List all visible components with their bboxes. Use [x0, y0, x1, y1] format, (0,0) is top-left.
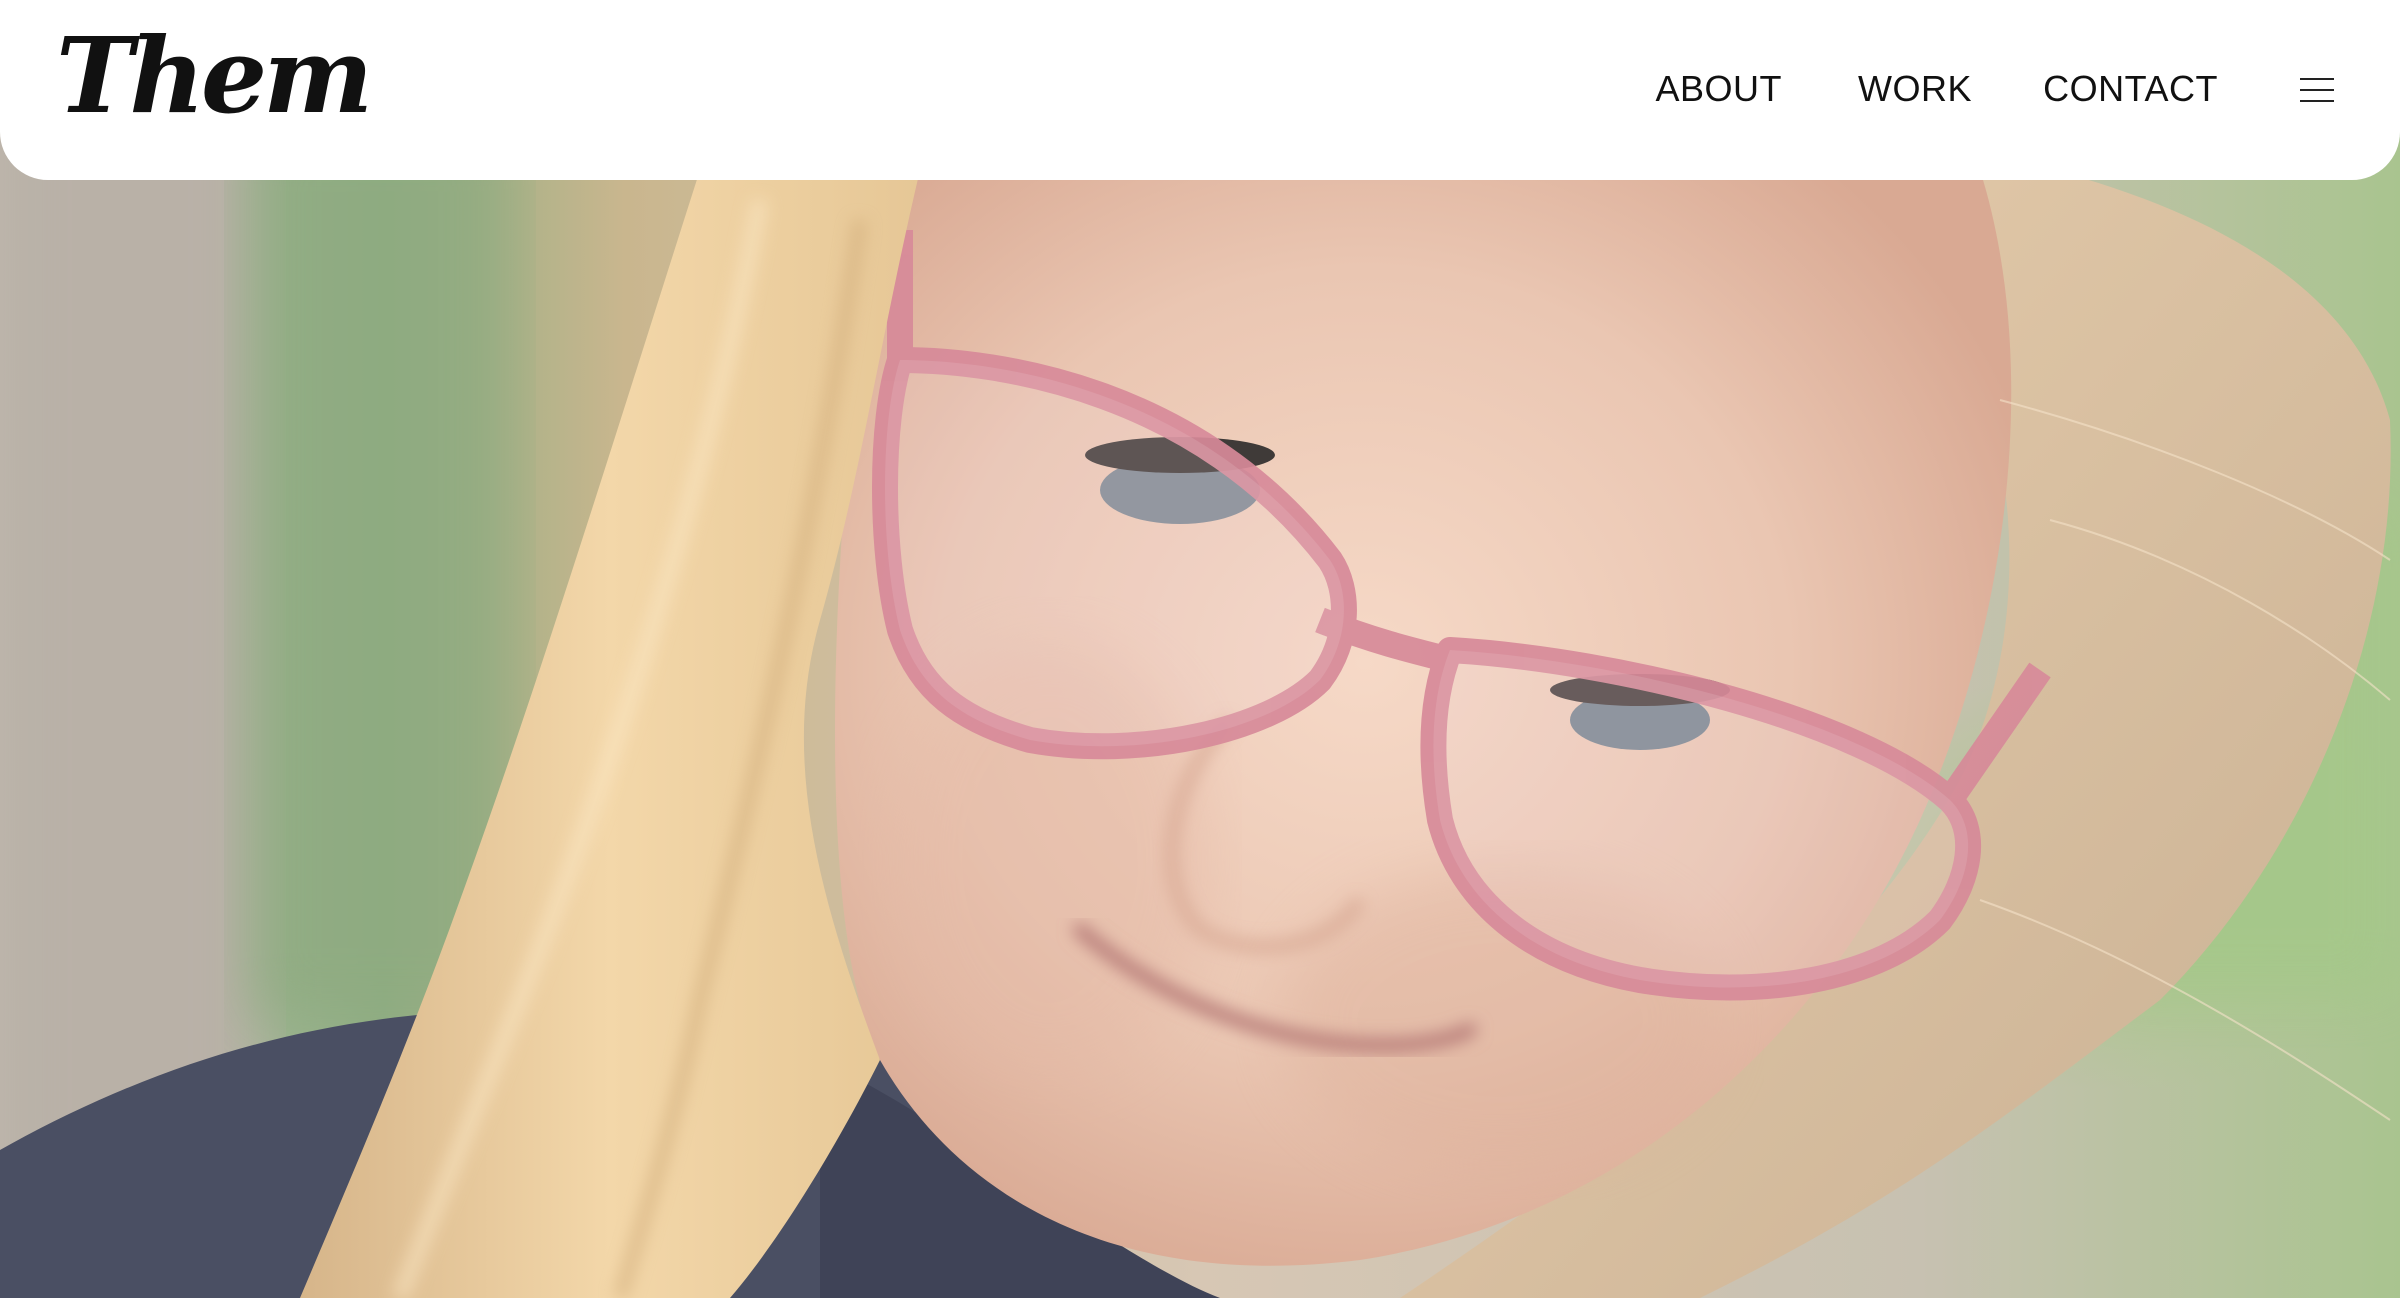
- hamburger-icon[interactable]: [2300, 74, 2334, 106]
- nav-link-about[interactable]: ABOUT: [1655, 68, 1782, 110]
- logo[interactable]: Them: [56, 24, 373, 128]
- hamburger-line: [2300, 100, 2334, 102]
- site-header: Them ABOUT WORK CONTACT: [0, 0, 2400, 180]
- nav-link-work[interactable]: WORK: [1858, 68, 1972, 110]
- nav-link-contact[interactable]: CONTACT: [2043, 68, 2218, 110]
- hamburger-line: [2300, 89, 2334, 91]
- hero-image: [0, 0, 2400, 1298]
- hamburger-line: [2300, 78, 2334, 80]
- page: Them ABOUT WORK CONTACT: [0, 0, 2400, 1298]
- hero-video[interactable]: [0, 0, 2400, 1298]
